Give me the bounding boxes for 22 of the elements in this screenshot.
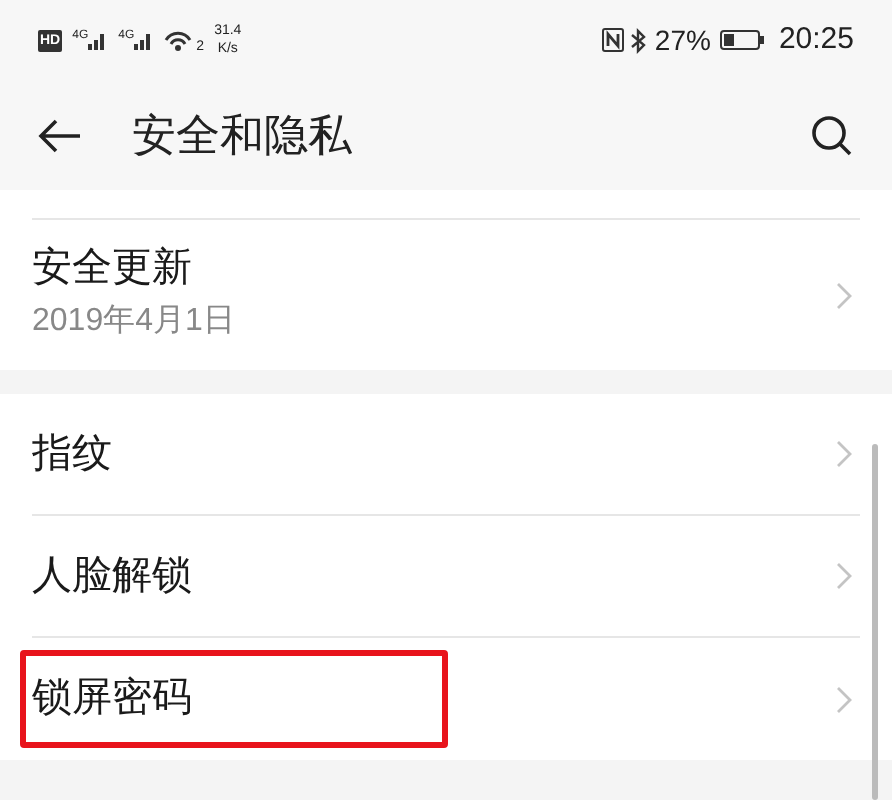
settings-item[interactable]: 指纹 xyxy=(32,394,860,516)
chevron-icon xyxy=(836,562,852,590)
item-label: 指纹 xyxy=(32,429,112,479)
chevron-icon xyxy=(836,440,852,468)
page-title: 安全和隐私 xyxy=(132,108,352,164)
settings-item[interactable]: 人脸解锁 xyxy=(32,516,860,638)
signal-icon xyxy=(88,30,109,50)
battery-icon xyxy=(720,30,765,50)
settings-item[interactable]: 锁屏密码 xyxy=(32,638,860,760)
wifi-icon xyxy=(164,28,193,52)
chevron-icon xyxy=(836,281,852,309)
item-label: 人脸解锁 xyxy=(32,551,192,601)
scrollbar[interactable] xyxy=(872,444,878,800)
item-label: 锁屏密码 xyxy=(32,674,192,724)
battery-percent: 27% xyxy=(654,21,711,59)
item-subtitle: 2019年4月1日 xyxy=(32,302,235,342)
chevron-icon xyxy=(836,685,852,713)
clock: 20:25 xyxy=(778,19,854,60)
signal-icon xyxy=(134,30,155,50)
nfc-icon xyxy=(602,28,625,52)
item-label: 安全更新 xyxy=(32,244,194,294)
bluetooth-icon xyxy=(630,27,649,53)
